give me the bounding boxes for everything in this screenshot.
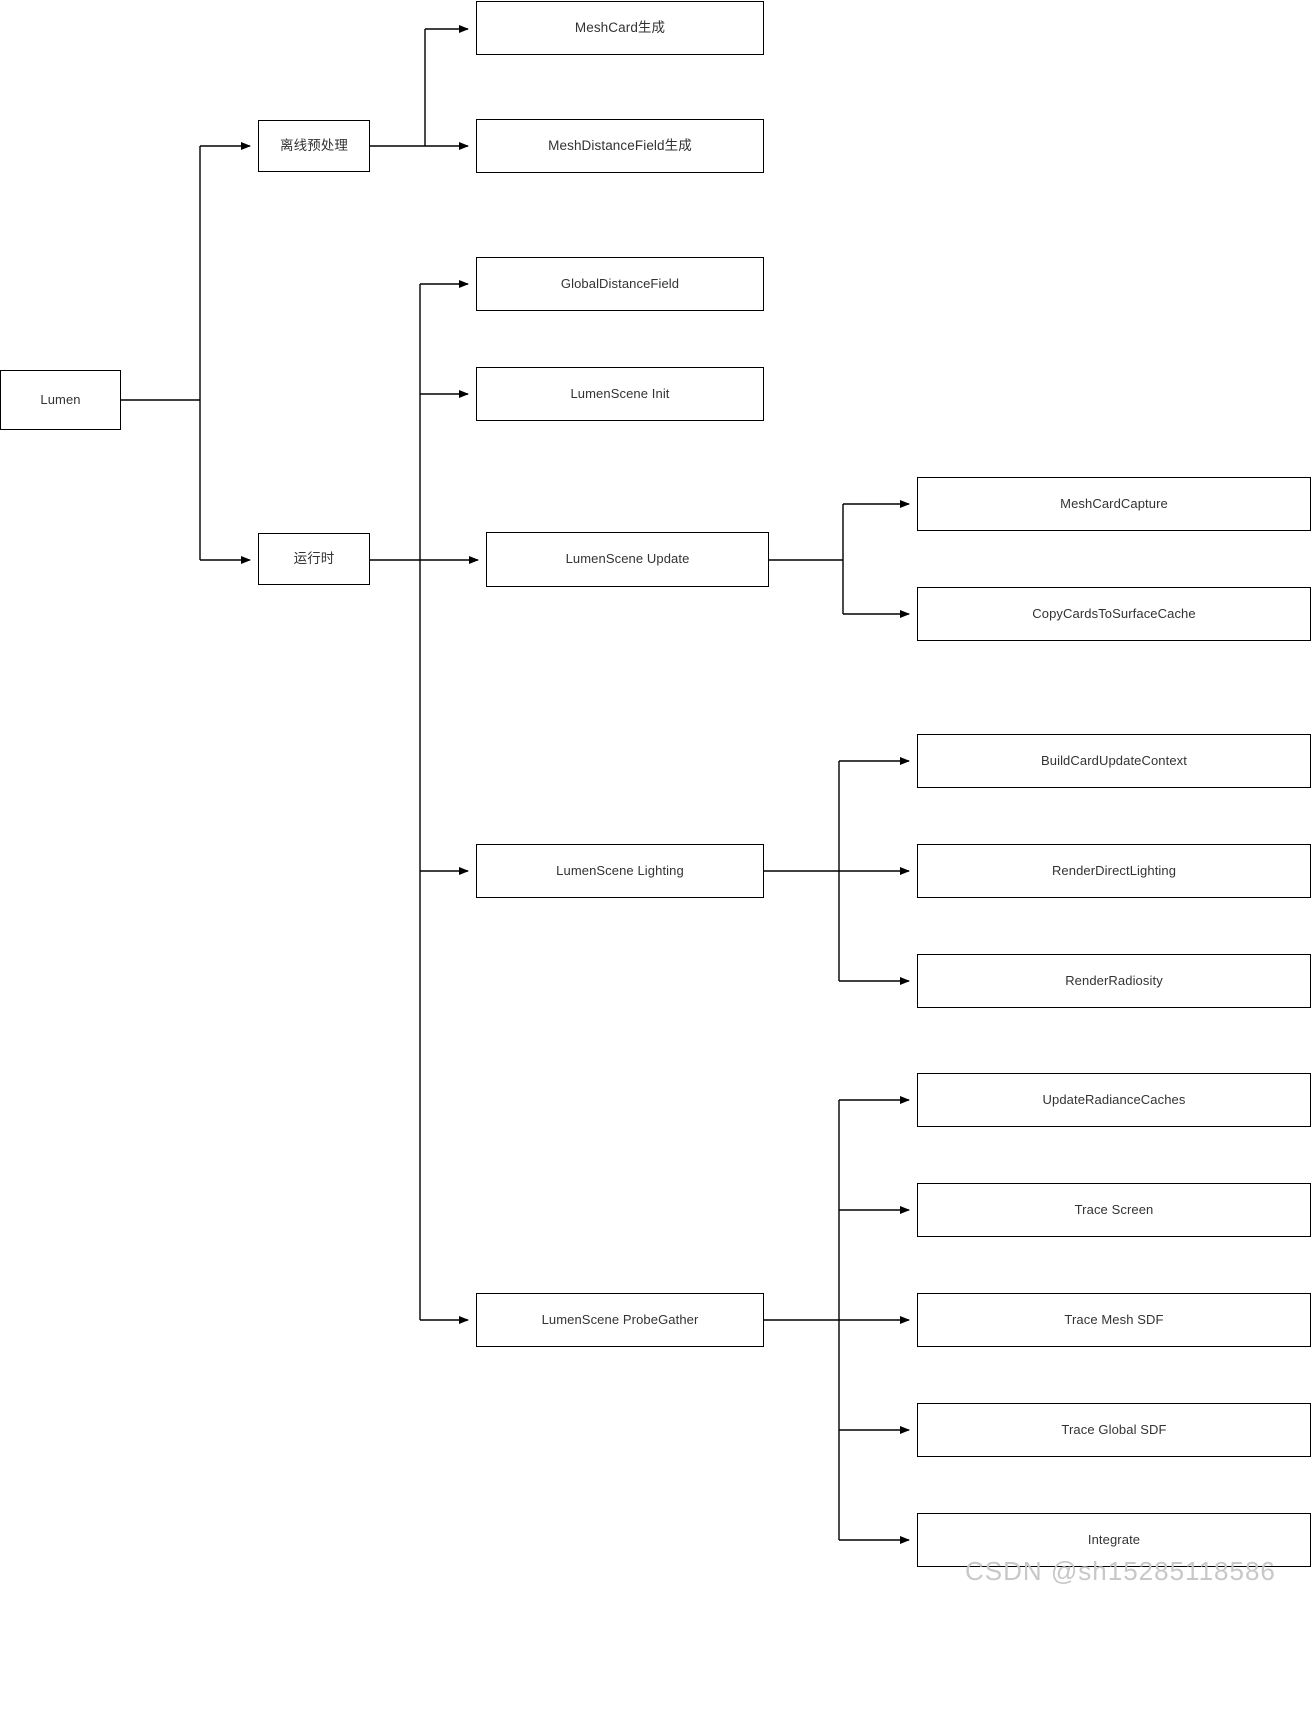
- node-buildcardupdatecontext[interactable]: BuildCardUpdateContext: [917, 734, 1311, 788]
- node-renderdirectlighting[interactable]: RenderDirectLighting: [917, 844, 1311, 898]
- node-runtime[interactable]: 运行时: [258, 533, 370, 585]
- node-copycardstosurfacecache[interactable]: CopyCardsToSurfaceCache: [917, 587, 1311, 641]
- node-trace-screen[interactable]: Trace Screen: [917, 1183, 1311, 1237]
- node-meshcardcapture[interactable]: MeshCardCapture: [917, 477, 1311, 531]
- node-lumenscene-probegather[interactable]: LumenScene ProbeGather: [476, 1293, 764, 1347]
- node-lumenscene-lighting[interactable]: LumenScene Lighting: [476, 844, 764, 898]
- flowchart-canvas: Lumen 离线预处理 运行时 MeshCard生成 MeshDistanceF…: [0, 0, 1311, 1711]
- node-lumen[interactable]: Lumen: [0, 370, 121, 430]
- node-globaldistancefield[interactable]: GlobalDistanceField: [476, 257, 764, 311]
- node-updateradiancecaches[interactable]: UpdateRadianceCaches: [917, 1073, 1311, 1127]
- node-lumenscene-init[interactable]: LumenScene Init: [476, 367, 764, 421]
- node-lumenscene-update[interactable]: LumenScene Update: [486, 532, 769, 587]
- node-trace-mesh-sdf[interactable]: Trace Mesh SDF: [917, 1293, 1311, 1347]
- node-meshdistancefield-gen[interactable]: MeshDistanceField生成: [476, 119, 764, 173]
- node-trace-global-sdf[interactable]: Trace Global SDF: [917, 1403, 1311, 1457]
- node-offline-preprocess[interactable]: 离线预处理: [258, 120, 370, 172]
- csdn-watermark: CSDN @sh15285118586: [965, 1556, 1276, 1586]
- node-renderradiosity[interactable]: RenderRadiosity: [917, 954, 1311, 1008]
- node-meshcard-gen[interactable]: MeshCard生成: [476, 1, 764, 55]
